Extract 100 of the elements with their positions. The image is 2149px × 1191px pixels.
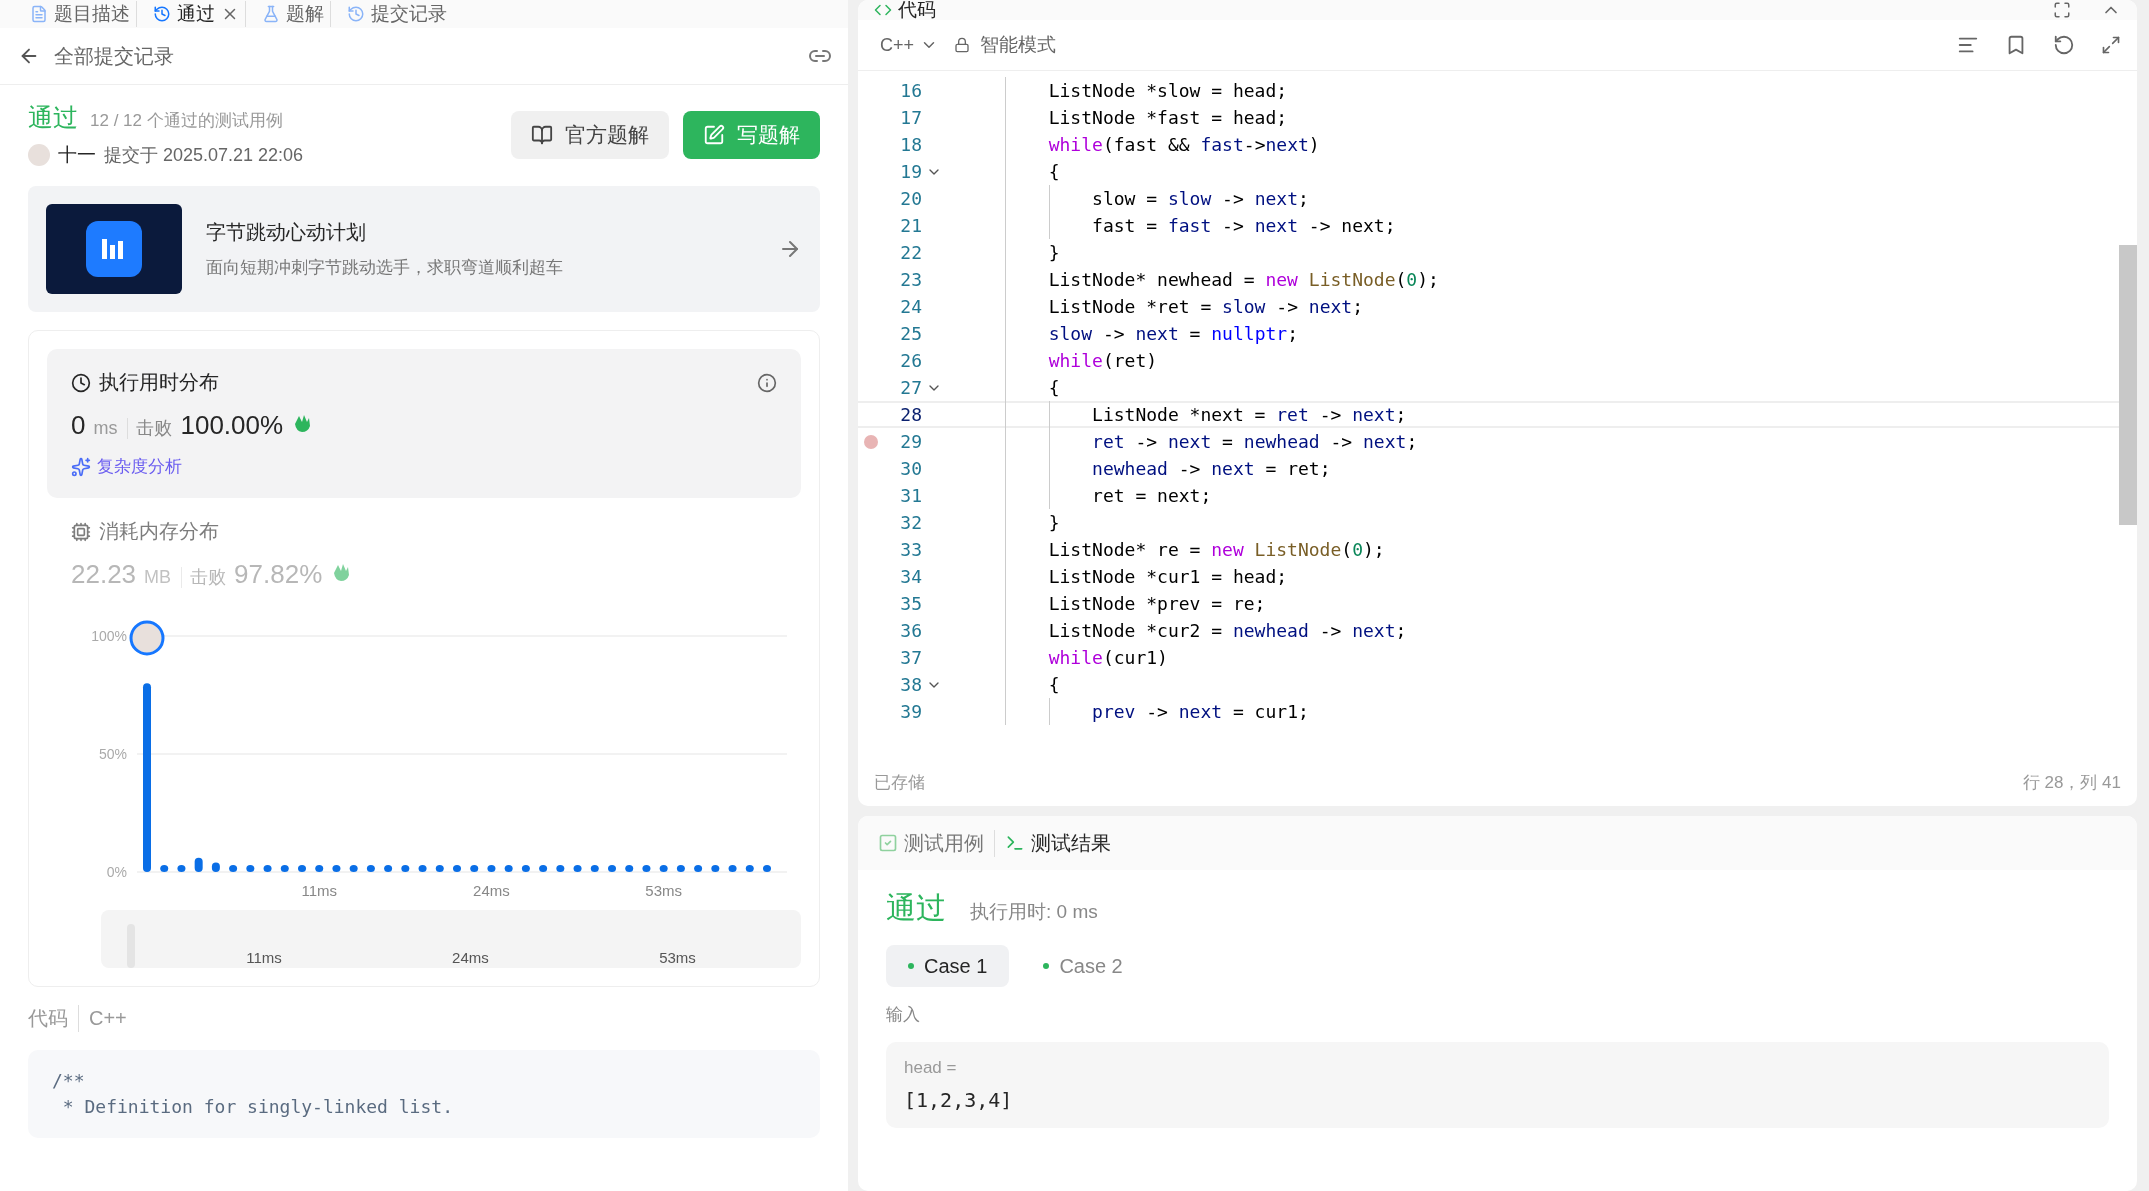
reset-icon[interactable] — [2053, 34, 2075, 56]
code-line: slow -> next = nullptr; — [962, 320, 1298, 347]
line-number: 22 — [900, 241, 922, 265]
stat-title: 执行用时分布 — [99, 370, 219, 395]
line-number: 32 — [900, 511, 922, 535]
code-line: while(fast && fast->next) — [962, 131, 1320, 158]
panel-tab[interactable]: 提交记录 — [341, 1, 453, 27]
chart-bar — [229, 864, 238, 872]
line-number: 30 — [900, 457, 922, 481]
chart-bar — [487, 864, 496, 872]
user-name: 十一 — [58, 143, 96, 167]
stat-unit: ms — [93, 418, 129, 439]
code-line: ListNode *cur1 = head; — [962, 563, 1288, 590]
chart-bar — [642, 864, 651, 872]
console-tab[interactable]: 测试结果 — [1005, 829, 1121, 857]
code-line: while(ret) — [962, 347, 1158, 374]
checkbox-icon — [878, 833, 898, 853]
line-number: 26 — [900, 349, 922, 373]
scrollbar-thumb[interactable] — [2119, 245, 2137, 525]
chart-bar — [676, 864, 685, 872]
chart-bar — [521, 864, 530, 872]
stat-title: 消耗内存分布 — [99, 519, 219, 544]
code-label: 代码 — [28, 1005, 79, 1032]
back-link[interactable]: 全部提交记录 — [54, 42, 794, 70]
status-label: 通过 — [28, 102, 78, 133]
code-line: ListNode *fast = head; — [962, 104, 1288, 131]
code-line: ListNode *slow = head; — [962, 77, 1288, 104]
stat-panel[interactable]: 执行用时分布 0 ms 击败 100.00% 复杂度分析 — [47, 349, 801, 498]
book-icon — [531, 123, 553, 146]
mode-label: 智能模式 — [980, 33, 1057, 57]
axis-label: 11ms — [301, 882, 337, 899]
code-line: ret -> next = newhead -> next; — [962, 428, 1418, 455]
chart-bar — [763, 864, 771, 872]
chart-bar — [315, 864, 324, 872]
chart-bar — [470, 864, 479, 872]
promo-subtitle: 面向短期冲刺字节跳动选手，求职弯道顺利超车 — [206, 257, 564, 279]
chart-bar — [711, 864, 720, 872]
chart-bar — [384, 864, 393, 872]
chart-bar — [298, 864, 306, 872]
chart-bar — [194, 857, 203, 872]
code-line: ListNode *prev = re; — [962, 590, 1266, 617]
promo-title: 字节跳动心动计划 — [206, 220, 367, 245]
axis-label: 24ms — [452, 949, 489, 966]
solution-button[interactable]: 官方题解 — [511, 110, 669, 159]
beats-value: 97.82% — [234, 559, 323, 590]
chart-bar — [504, 864, 513, 872]
beats-label: 击败 — [190, 566, 227, 589]
complexity-link[interactable]: 复杂度分析 — [97, 455, 182, 478]
line-number: 16 — [900, 79, 922, 103]
editor-tab[interactable]: 代码 — [898, 0, 936, 23]
chart-bar — [745, 864, 754, 872]
chart-bar — [590, 864, 599, 872]
chart-bar — [280, 864, 289, 872]
expand-icon[interactable] — [2101, 35, 2121, 55]
code-line: slow = slow -> next; — [962, 185, 1309, 212]
line-number: 33 — [900, 538, 922, 562]
line-number: 35 — [900, 592, 922, 616]
code-line: prev -> next = cur1; — [962, 698, 1309, 725]
line-number: 20 — [900, 187, 922, 211]
line-number: 23 — [900, 268, 922, 292]
terminal-icon — [1005, 833, 1025, 853]
chip-icon — [71, 521, 91, 542]
line-number: 27 — [900, 376, 922, 400]
axis-label: 24ms — [473, 882, 510, 899]
console-tab[interactable]: 测试用例 — [878, 829, 995, 857]
code-line: while(cur1) — [962, 644, 1168, 671]
code-line: } — [962, 239, 1060, 266]
info-icon[interactable] — [757, 372, 777, 393]
code-line: ListNode* newhead = new ListNode(0); — [962, 266, 1439, 293]
line-number: 28 — [900, 403, 922, 427]
chart-bar — [349, 864, 358, 872]
save-status: 已存储 — [874, 771, 925, 794]
stat-panel[interactable]: 消耗内存分布 22.23 MB 击败 97.82% — [47, 498, 801, 610]
promo-card[interactable]: 字节跳动心动计划 面向短期冲刺字节跳动选手，求职弯道顺利超车 — [28, 186, 820, 312]
panel-tab[interactable]: 题目描述 — [24, 1, 137, 27]
range-handle[interactable] — [127, 924, 135, 968]
range-overview[interactable]: 11ms 24ms 53ms — [101, 910, 801, 968]
chart-bar — [366, 864, 375, 872]
code-preview: /** * Definition for singly-linked list. — [28, 1050, 820, 1138]
code-line: ListNode *next = ret -> next; — [962, 401, 1407, 428]
line-number: 19 — [900, 160, 922, 184]
chart-bar — [177, 864, 186, 872]
case-tab[interactable]: Case 1 — [886, 945, 1010, 987]
axis-label: 50% — [98, 746, 127, 762]
line-number: 24 — [900, 295, 922, 319]
chart-bar — [608, 864, 616, 872]
document-icon — [30, 5, 48, 23]
flask-icon — [262, 5, 280, 23]
beats-label: 击败 — [136, 417, 173, 440]
chart-bar — [694, 864, 703, 872]
panel-tab[interactable]: 通过 — [147, 1, 246, 27]
cursor-position: 行 28，列 41 — [2022, 771, 2121, 794]
line-number: 18 — [900, 133, 922, 157]
case-tab[interactable]: Case 2 — [1021, 945, 1145, 987]
panel-tab[interactable]: 题解 — [256, 1, 331, 27]
axis-label: 100% — [91, 628, 127, 644]
language-select[interactable]: C++ — [874, 33, 945, 57]
chart-bar — [263, 864, 272, 872]
line-number: 34 — [900, 565, 922, 589]
fullscreen-icon[interactable] — [2053, 1, 2071, 19]
